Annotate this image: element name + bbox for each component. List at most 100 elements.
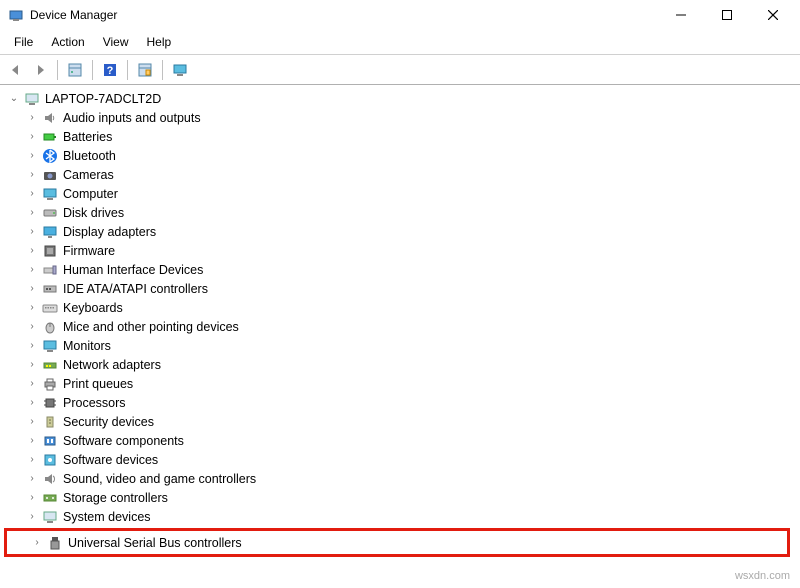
chevron-right-icon[interactable]: › bbox=[26, 511, 38, 523]
device-manager-icon bbox=[8, 7, 24, 23]
highlight-annotation: › Universal Serial Bus controllers bbox=[4, 528, 790, 557]
tree-node-disk-drives[interactable]: › Disk drives bbox=[2, 203, 798, 222]
tree-node-software-devices[interactable]: › Software devices bbox=[2, 450, 798, 469]
cpu-icon bbox=[42, 395, 58, 411]
chevron-right-icon[interactable]: › bbox=[26, 302, 38, 314]
chevron-right-icon[interactable]: › bbox=[26, 416, 38, 428]
tree-node-firmware[interactable]: › Firmware bbox=[2, 241, 798, 260]
chevron-down-icon[interactable]: ⌄ bbox=[8, 93, 20, 105]
tree-node-keyboards[interactable]: › Keyboards bbox=[2, 298, 798, 317]
chevron-right-icon[interactable]: › bbox=[26, 340, 38, 352]
tree-node-label: Disk drives bbox=[63, 206, 124, 220]
tree-node-ide[interactable]: › IDE ATA/ATAPI controllers bbox=[2, 279, 798, 298]
help-button[interactable]: ? bbox=[100, 60, 120, 80]
tree-node-system-devices[interactable]: › System devices bbox=[2, 507, 798, 526]
chevron-right-icon[interactable]: › bbox=[26, 188, 38, 200]
toolbar-separator bbox=[127, 60, 128, 80]
maximize-button[interactable] bbox=[704, 0, 750, 30]
computer-icon bbox=[24, 91, 40, 107]
chevron-right-icon[interactable]: › bbox=[31, 537, 43, 549]
tree-node-label: Storage controllers bbox=[63, 491, 168, 505]
titlebar: Device Manager bbox=[0, 0, 800, 30]
sound-icon bbox=[42, 471, 58, 487]
menu-file[interactable]: File bbox=[6, 32, 41, 52]
back-button[interactable] bbox=[6, 60, 26, 80]
watermark: wsxdn.com bbox=[735, 570, 790, 582]
tree-node-label: System devices bbox=[63, 510, 151, 524]
menu-view[interactable]: View bbox=[95, 32, 137, 52]
chevron-right-icon[interactable]: › bbox=[26, 435, 38, 447]
usb-icon bbox=[47, 535, 63, 551]
tree-node-label: Universal Serial Bus controllers bbox=[68, 536, 242, 550]
tree-node-label: Batteries bbox=[63, 130, 112, 144]
tree-node-audio[interactable]: › Audio inputs and outputs bbox=[2, 108, 798, 127]
chevron-right-icon[interactable]: › bbox=[26, 245, 38, 257]
devices-button[interactable] bbox=[170, 60, 190, 80]
menu-help[interactable]: Help bbox=[139, 32, 180, 52]
menubar: File Action View Help bbox=[0, 30, 800, 55]
scan-button[interactable] bbox=[135, 60, 155, 80]
chevron-right-icon[interactable]: › bbox=[26, 207, 38, 219]
network-icon bbox=[42, 357, 58, 373]
bluetooth-icon bbox=[42, 148, 58, 164]
speaker-icon bbox=[42, 110, 58, 126]
tree-node-label: Sound, video and game controllers bbox=[63, 472, 256, 486]
chevron-right-icon[interactable]: › bbox=[26, 397, 38, 409]
tree-node-batteries[interactable]: › Batteries bbox=[2, 127, 798, 146]
device-tree[interactable]: ⌄ LAPTOP-7ADCLT2D › Audio inputs and out… bbox=[0, 85, 800, 585]
chevron-right-icon[interactable]: › bbox=[26, 321, 38, 333]
tree-node-label: Human Interface Devices bbox=[63, 263, 203, 277]
tree-node-label: Display adapters bbox=[63, 225, 156, 239]
toolbar-separator bbox=[162, 60, 163, 80]
tree-node-print-queues[interactable]: › Print queues bbox=[2, 374, 798, 393]
menu-action[interactable]: Action bbox=[43, 32, 92, 52]
chevron-right-icon[interactable]: › bbox=[26, 378, 38, 390]
close-button[interactable] bbox=[750, 0, 796, 30]
chevron-right-icon[interactable]: › bbox=[26, 112, 38, 124]
chevron-right-icon[interactable]: › bbox=[26, 150, 38, 162]
tree-node-security[interactable]: › Security devices bbox=[2, 412, 798, 431]
printer-icon bbox=[42, 376, 58, 392]
chevron-right-icon[interactable]: › bbox=[26, 454, 38, 466]
tree-node-label: Processors bbox=[63, 396, 126, 410]
tree-node-label: IDE ATA/ATAPI controllers bbox=[63, 282, 208, 296]
tree-node-mice[interactable]: › Mice and other pointing devices bbox=[2, 317, 798, 336]
tree-node-usb-controllers[interactable]: › Universal Serial Bus controllers bbox=[7, 533, 787, 552]
tree-node-label: Software components bbox=[63, 434, 184, 448]
window-controls bbox=[658, 0, 796, 30]
tree-node-label: Monitors bbox=[63, 339, 111, 353]
chevron-right-icon[interactable]: › bbox=[26, 492, 38, 504]
tree-node-monitors[interactable]: › Monitors bbox=[2, 336, 798, 355]
tree-node-computer[interactable]: › Computer bbox=[2, 184, 798, 203]
tree-node-processors[interactable]: › Processors bbox=[2, 393, 798, 412]
monitor-icon bbox=[42, 338, 58, 354]
show-hidden-button[interactable] bbox=[65, 60, 85, 80]
chevron-right-icon[interactable]: › bbox=[26, 169, 38, 181]
chevron-right-icon[interactable]: › bbox=[26, 264, 38, 276]
tree-root[interactable]: ⌄ LAPTOP-7ADCLT2D bbox=[2, 89, 798, 108]
tree-node-cameras[interactable]: › Cameras bbox=[2, 165, 798, 184]
chevron-right-icon[interactable]: › bbox=[26, 473, 38, 485]
forward-button[interactable] bbox=[30, 60, 50, 80]
tree-node-bluetooth[interactable]: › Bluetooth bbox=[2, 146, 798, 165]
tree-node-storage-controllers[interactable]: › Storage controllers bbox=[2, 488, 798, 507]
tree-node-label: Software devices bbox=[63, 453, 158, 467]
tree-node-display-adapters[interactable]: › Display adapters bbox=[2, 222, 798, 241]
security-icon bbox=[42, 414, 58, 430]
tree-node-label: Cameras bbox=[63, 168, 114, 182]
tree-node-software-components[interactable]: › Software components bbox=[2, 431, 798, 450]
chevron-right-icon[interactable]: › bbox=[26, 131, 38, 143]
tree-node-sound-video-game[interactable]: › Sound, video and game controllers bbox=[2, 469, 798, 488]
minimize-button[interactable] bbox=[658, 0, 704, 30]
tree-node-label: Print queues bbox=[63, 377, 133, 391]
tree-node-label: Keyboards bbox=[63, 301, 123, 315]
camera-icon bbox=[42, 167, 58, 183]
chevron-right-icon[interactable]: › bbox=[26, 283, 38, 295]
toolbar-separator bbox=[92, 60, 93, 80]
tree-node-network[interactable]: › Network adapters bbox=[2, 355, 798, 374]
chevron-right-icon[interactable]: › bbox=[26, 226, 38, 238]
chevron-right-icon[interactable]: › bbox=[26, 359, 38, 371]
software-component-icon bbox=[42, 433, 58, 449]
tree-node-hid[interactable]: › Human Interface Devices bbox=[2, 260, 798, 279]
toolbar-separator bbox=[57, 60, 58, 80]
